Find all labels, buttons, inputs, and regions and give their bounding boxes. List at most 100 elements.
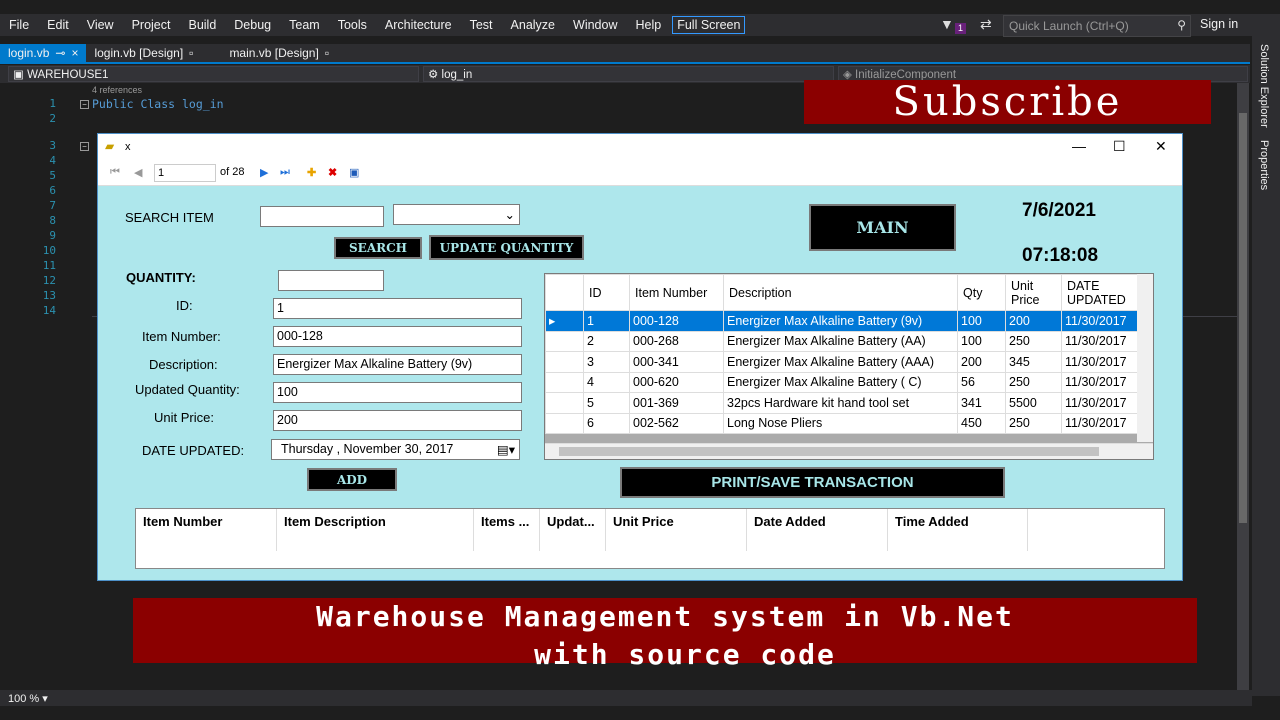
menu-window[interactable]: Window [564, 18, 626, 32]
move-last-icon[interactable]: ⏭ [280, 166, 290, 179]
column-header[interactable]: DATE UPDATED [1061, 274, 1142, 311]
add-new-icon[interactable]: ✚ [307, 166, 316, 179]
unit-price-field[interactable]: 200 [273, 410, 522, 431]
cell[interactable]: 000-128 [629, 310, 724, 332]
cell[interactable]: 341 [957, 392, 1006, 414]
feedback-icon[interactable]: ⇄ [980, 16, 992, 33]
collapse-icon[interactable]: − [80, 142, 89, 151]
column-header[interactable]: Unit Price [1005, 274, 1062, 311]
quick-launch-input[interactable]: Quick Launch (Ctrl+Q) ⚲ [1003, 15, 1191, 37]
cell[interactable]: 11/30/2017 [1061, 392, 1142, 414]
column-header[interactable]: Description [723, 274, 958, 311]
column-header[interactable]: ID [583, 274, 630, 311]
menu-test[interactable]: Test [461, 18, 502, 32]
cell[interactable]: 32pcs Hardware kit hand tool set [723, 392, 958, 414]
tab-main-design[interactable]: main.vb [Design] ▫ [221, 44, 337, 62]
collapse-icon[interactable]: − [80, 100, 89, 109]
updated-quantity-field[interactable]: 100 [273, 382, 522, 403]
move-first-icon[interactable]: ⏮ [110, 166, 120, 179]
cell[interactable]: 11/30/2017 [1061, 371, 1142, 393]
column-header[interactable]: Updat... [540, 509, 606, 551]
cell[interactable]: 2 [583, 330, 630, 352]
close-icon[interactable]: ✕ [1155, 138, 1167, 155]
description-field[interactable]: Energizer Max Alkaline Battery (9v) [273, 354, 522, 375]
close-icon[interactable]: × [71, 46, 78, 60]
table-row[interactable]: 6 002-562 Long Nose Pliers 450 250 11/30/2017 [545, 412, 1142, 434]
cell[interactable]: 002-562 [629, 412, 724, 434]
solution-explorer-tab[interactable]: Solution Explorer [1258, 44, 1270, 128]
editor-scrollbar[interactable] [1237, 83, 1249, 690]
scrollbar-thumb[interactable] [1239, 113, 1247, 523]
menu-view[interactable]: View [78, 18, 123, 32]
update-quantity-button[interactable]: UPDATE QUANTITY [429, 235, 584, 260]
full-screen-button[interactable]: Full Screen [672, 16, 746, 34]
cell[interactable]: 5 [583, 392, 630, 414]
column-header[interactable]: Qty [957, 274, 1006, 311]
position-input[interactable]: 1 [154, 164, 216, 182]
cell[interactable]: Energizer Max Alkaline Battery (AAA) [723, 351, 958, 373]
cell[interactable]: 3 [583, 351, 630, 373]
add-button[interactable]: ADD [307, 468, 397, 491]
code-line[interactable]: Public Class log_in [92, 97, 224, 111]
column-header[interactable]: Item Number [629, 274, 724, 311]
table-row[interactable]: 5 001-369 32pcs Hardware kit hand tool set… [545, 392, 1142, 414]
cell[interactable]: 100 [957, 330, 1006, 352]
menu-tools[interactable]: Tools [329, 18, 376, 32]
project-dropdown[interactable]: ▣ WAREHOUSE1 [8, 66, 419, 82]
menu-edit[interactable]: Edit [38, 18, 78, 32]
grid-vertical-scrollbar[interactable] [1137, 274, 1153, 442]
print-save-transaction-button[interactable]: PRINT/SAVE TRANSACTION [620, 467, 1005, 498]
item-number-field[interactable]: 000-128 [273, 326, 522, 347]
grid-horizontal-scrollbar[interactable] [545, 443, 1153, 459]
cell[interactable]: 000-268 [629, 330, 724, 352]
row-header[interactable] [545, 351, 584, 373]
calendar-icon[interactable]: ▤▾ [497, 442, 515, 457]
table-row[interactable]: ▸ 1 000-128 Energizer Max Alkaline Battery … [545, 310, 1142, 332]
cell[interactable]: 11/30/2017 [1061, 412, 1142, 434]
id-field[interactable]: 1 [273, 298, 522, 319]
filter-icon[interactable]: ▼ [940, 16, 954, 32]
class-dropdown[interactable]: ⚙ log_in [423, 66, 834, 82]
cell[interactable]: 11/30/2017 [1061, 330, 1142, 352]
cell[interactable]: Energizer Max Alkaline Battery ( C) [723, 371, 958, 393]
cell[interactable]: 11/30/2017 [1061, 351, 1142, 373]
search-button[interactable]: SEARCH [334, 237, 422, 259]
date-picker[interactable]: Thursday , November 30, 2017 ▤▾ [271, 439, 520, 460]
sign-in-link[interactable]: Sign in [1200, 17, 1238, 31]
save-icon[interactable]: ▣ [349, 166, 359, 179]
scrollbar-thumb[interactable] [559, 447, 1099, 456]
column-header[interactable]: Time Added [888, 509, 1028, 551]
search-input[interactable] [260, 206, 384, 227]
cell[interactable]: 1 [583, 310, 630, 332]
move-previous-icon[interactable]: ◀ [134, 166, 142, 179]
zoom-level[interactable]: 100 % ▾ [0, 690, 1252, 706]
table-row[interactable]: 4 000-620 Energizer Max Alkaline Battery (… [545, 371, 1142, 393]
table-row[interactable]: 3 000-341 Energizer Max Alkaline Battery (… [545, 351, 1142, 373]
column-header[interactable]: Item Number [136, 509, 277, 551]
cell[interactable]: 250 [1005, 371, 1062, 393]
inventory-grid[interactable]: ID Item Number Description Qty Unit Pric… [544, 273, 1154, 460]
properties-tab[interactable]: Properties [1258, 140, 1270, 190]
row-header[interactable] [545, 330, 584, 352]
cell[interactable]: 000-620 [629, 371, 724, 393]
minimize-icon[interactable]: — [1072, 138, 1086, 154]
tab-login-design[interactable]: login.vb [Design] ▫ [86, 44, 201, 62]
notification-badge[interactable]: 1 [955, 23, 967, 34]
cell[interactable]: 345 [1005, 351, 1062, 373]
column-header[interactable]: Unit Price [606, 509, 747, 551]
cell[interactable]: 450 [957, 412, 1006, 434]
move-next-icon[interactable]: ▶ [260, 166, 268, 179]
cell[interactable]: Long Nose Pliers [723, 412, 958, 434]
delete-icon[interactable]: ✖ [328, 166, 337, 179]
row-header[interactable] [545, 412, 584, 434]
menu-analyze[interactable]: Analyze [502, 18, 564, 32]
main-button[interactable]: MAIN [809, 204, 956, 251]
cell[interactable]: 250 [1005, 412, 1062, 434]
menu-debug[interactable]: Debug [225, 18, 280, 32]
cell[interactable]: 250 [1005, 330, 1062, 352]
row-header[interactable] [545, 371, 584, 393]
cell[interactable]: 4 [583, 371, 630, 393]
menu-help[interactable]: Help [626, 18, 670, 32]
column-header[interactable]: Items ... [474, 509, 540, 551]
menu-build[interactable]: Build [179, 18, 225, 32]
